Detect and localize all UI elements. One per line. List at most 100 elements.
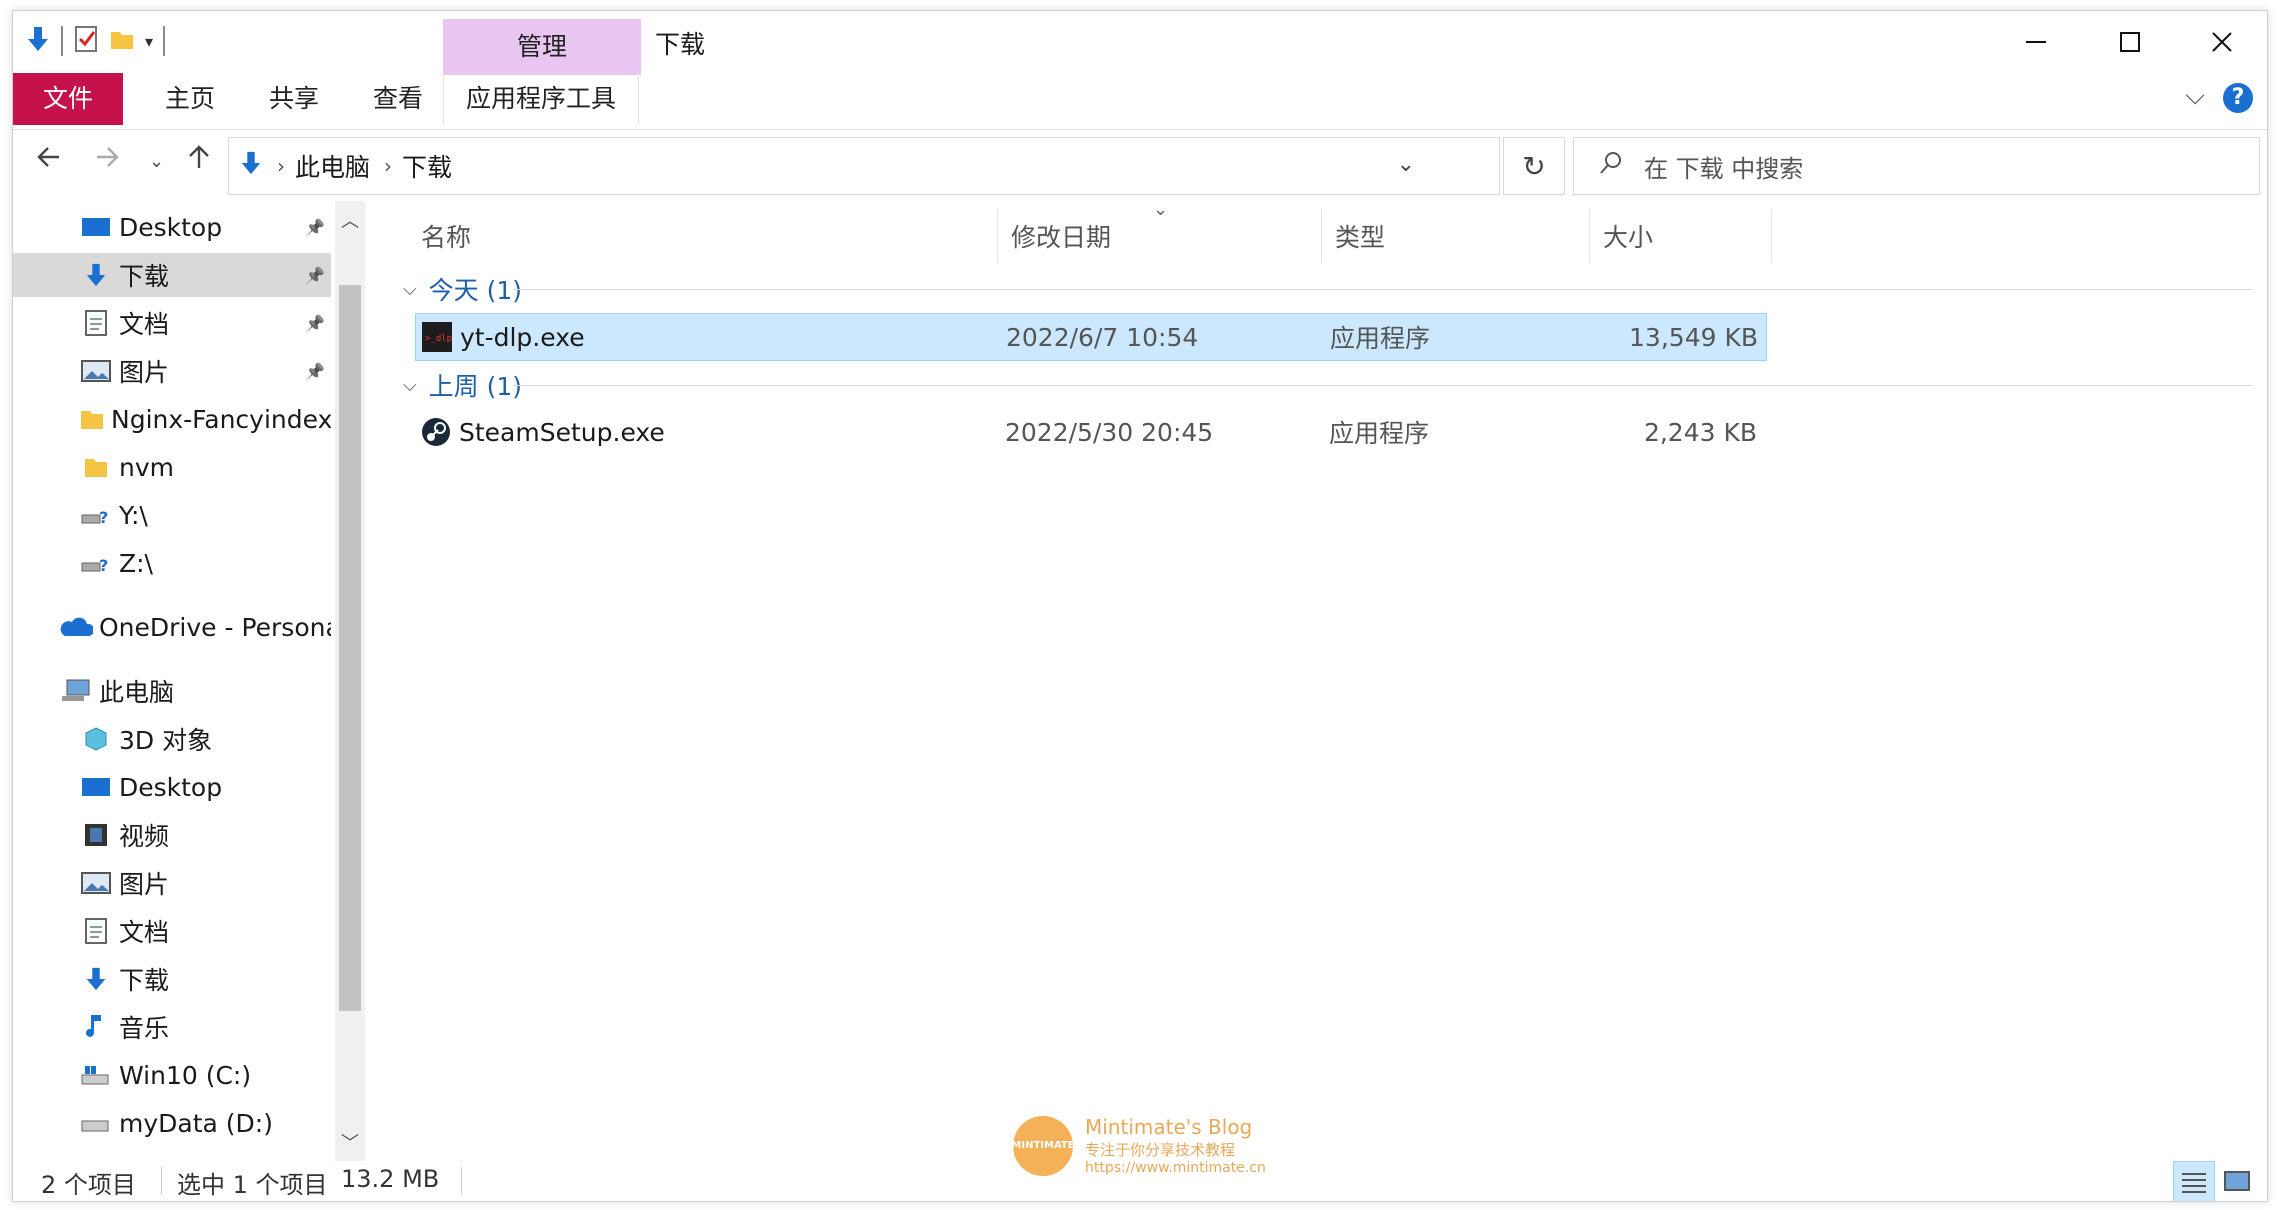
computer-icon: [59, 678, 93, 704]
forward-button[interactable]: [93, 143, 121, 178]
search-placeholder: 在 下载 中搜索: [1644, 154, 1804, 183]
desktop-icon: [79, 776, 113, 798]
column-divider[interactable]: [997, 209, 998, 263]
sidebar-item[interactable]: ? Y:\: [13, 493, 331, 537]
sidebar-item-label: 图片: [119, 870, 170, 899]
group-label: 上周 (1): [428, 372, 523, 401]
maximize-button[interactable]: [2085, 17, 2175, 67]
sidebar-item-label: 文档: [119, 310, 170, 339]
sidebar-item[interactable]: ? Z:\: [13, 541, 331, 585]
sidebar-item[interactable]: 此电脑: [13, 669, 331, 713]
sidebar-item-label: Nginx-Fancyindex-: [111, 404, 331, 434]
column-header-name[interactable]: 名称: [421, 213, 471, 263]
breadcrumb-this-pc[interactable]: 此电脑: [295, 148, 370, 184]
properties-icon[interactable]: [73, 24, 99, 58]
windows-drive-icon: [79, 1063, 113, 1087]
watermark-title: Mintimate's Blog: [1085, 1115, 1253, 1139]
file-list: 名称 ⌄ 修改日期 类型 大小 ⌵ 今天 (1) >_dlp yt-dlp.ex…: [383, 199, 2263, 1161]
sidebar-item[interactable]: Desktop 📌: [13, 205, 331, 249]
ytdlp-app-icon: >_dlp: [422, 322, 452, 352]
back-button[interactable]: [35, 143, 63, 178]
forward-arrow-icon: [97, 147, 119, 167]
document-icon: [79, 917, 113, 945]
sidebar-item[interactable]: nvm: [13, 445, 331, 489]
breadcrumb-downloads[interactable]: 下载: [402, 148, 452, 184]
manage-contextual-tab[interactable]: 管理: [443, 19, 641, 75]
tab-view[interactable]: 查看: [351, 73, 445, 125]
sidebar-item[interactable]: 下载: [13, 957, 331, 1001]
file-type: 应用程序: [1329, 419, 1430, 448]
sidebar-item-label: OneDrive - Personal: [99, 612, 331, 642]
group-header-today[interactable]: ⌵ 今天 (1): [403, 269, 522, 309]
sidebar-item[interactable]: 下载 📌: [13, 253, 331, 297]
details-view-button[interactable]: [2173, 1161, 2215, 1201]
sidebar-item[interactable]: 音乐: [13, 1005, 331, 1049]
collapse-chevron-icon: ⌵: [403, 374, 417, 396]
maximize-icon: [2120, 32, 2140, 52]
group-header-last-week[interactable]: ⌵ 上周 (1): [403, 365, 522, 405]
sidebar-item[interactable]: 3D 对象: [13, 717, 331, 761]
close-button[interactable]: [2177, 17, 2267, 67]
navigation-scrollbar[interactable]: ︿ ﹀: [335, 201, 365, 1161]
column-header-date[interactable]: 修改日期: [1011, 213, 1111, 263]
scroll-down-icon[interactable]: ﹀: [341, 1129, 359, 1155]
tab-share[interactable]: 共享: [247, 73, 341, 125]
column-header-type[interactable]: 类型: [1335, 213, 1385, 263]
tab-file[interactable]: 文件: [13, 73, 123, 125]
refresh-button[interactable]: ↻: [1503, 137, 1565, 195]
pin-icon[interactable]: 📌: [305, 362, 325, 381]
watermark-subtitle: 专注于你分享技术教程: [1085, 1141, 1236, 1159]
sidebar-item-label: 3D 对象: [119, 726, 213, 755]
minimize-icon: [2026, 41, 2046, 43]
table-row[interactable]: SteamSetup.exe 2022/5/30 20:45 应用程序 2,24…: [415, 409, 1765, 455]
column-divider[interactable]: [1771, 209, 1772, 263]
window-title: 下载: [655, 30, 706, 59]
breadcrumb-separator-icon: ›: [384, 154, 393, 178]
sidebar-item[interactable]: 文档: [13, 909, 331, 953]
scrollbar-thumb[interactable]: [339, 285, 361, 1011]
pin-icon[interactable]: 📌: [305, 218, 325, 237]
column-divider[interactable]: [1321, 209, 1322, 263]
sidebar-item-label: 图片: [119, 358, 170, 387]
navigation-pane: myData (D:) Win10 (C:) 音乐 下载 文档 图片 视频 Desktop 3D…: [13, 201, 368, 1161]
file-size: 13,549 KB: [1629, 322, 1758, 352]
sidebar-item[interactable]: myData (D:): [13, 1101, 331, 1145]
expand-ribbon-chevron-icon[interactable]: ⌵: [2185, 81, 2205, 112]
network-drive-icon: ?: [79, 551, 113, 575]
help-icon[interactable]: ?: [2223, 83, 2253, 113]
status-divider: [161, 1167, 162, 1195]
sidebar-item[interactable]: 图片 📌: [13, 349, 331, 393]
customize-toolbar-chevron-icon[interactable]: ▾: [145, 32, 153, 51]
sidebar-item-label: 文档: [119, 918, 170, 947]
sidebar-item[interactable]: Nginx-Fancyindex-: [13, 397, 331, 441]
recent-locations-chevron-icon[interactable]: ⌄: [149, 151, 164, 172]
large-icons-view-button[interactable]: [2217, 1161, 2257, 1201]
file-date: 2022/5/30 20:45: [1005, 417, 1214, 447]
tab-home[interactable]: 主页: [143, 73, 237, 125]
download-location-icon: [239, 150, 263, 182]
scroll-up-icon[interactable]: ︿: [341, 207, 359, 233]
sidebar-item[interactable]: 文档 📌: [13, 301, 331, 345]
pin-icon[interactable]: 📌: [305, 266, 325, 285]
table-row[interactable]: >_dlp yt-dlp.exe 2022/6/7 10:54 应用程序 13,…: [415, 313, 1767, 361]
breadcrumb-separator-icon: ›: [277, 154, 285, 178]
new-folder-icon[interactable]: [109, 26, 135, 56]
up-arrow-icon: [189, 145, 209, 168]
minimize-button[interactable]: [1991, 17, 2081, 67]
sidebar-item[interactable]: 图片: [13, 861, 331, 905]
quick-access-toolbar: ▾: [25, 21, 166, 61]
tab-application-tools[interactable]: 应用程序工具: [443, 73, 640, 125]
picture-icon: [79, 871, 113, 895]
sidebar-item[interactable]: 视频: [13, 813, 331, 857]
sidebar-item[interactable]: OneDrive - Personal: [13, 605, 331, 649]
sort-descending-icon: ⌄: [1153, 199, 1169, 220]
column-header-size[interactable]: 大小: [1603, 213, 1653, 263]
column-divider[interactable]: [1589, 209, 1590, 263]
pin-icon[interactable]: 📌: [305, 314, 325, 333]
sidebar-item[interactable]: Win10 (C:): [13, 1053, 331, 1097]
up-button[interactable]: [185, 143, 213, 178]
search-box[interactable]: 在 下载 中搜索: [1573, 137, 2260, 195]
address-history-chevron-icon[interactable]: ⌄: [1397, 152, 1415, 177]
sidebar-item[interactable]: Desktop: [13, 765, 331, 809]
address-bar[interactable]: › 此电脑 › 下载 ⌄: [228, 137, 1500, 195]
